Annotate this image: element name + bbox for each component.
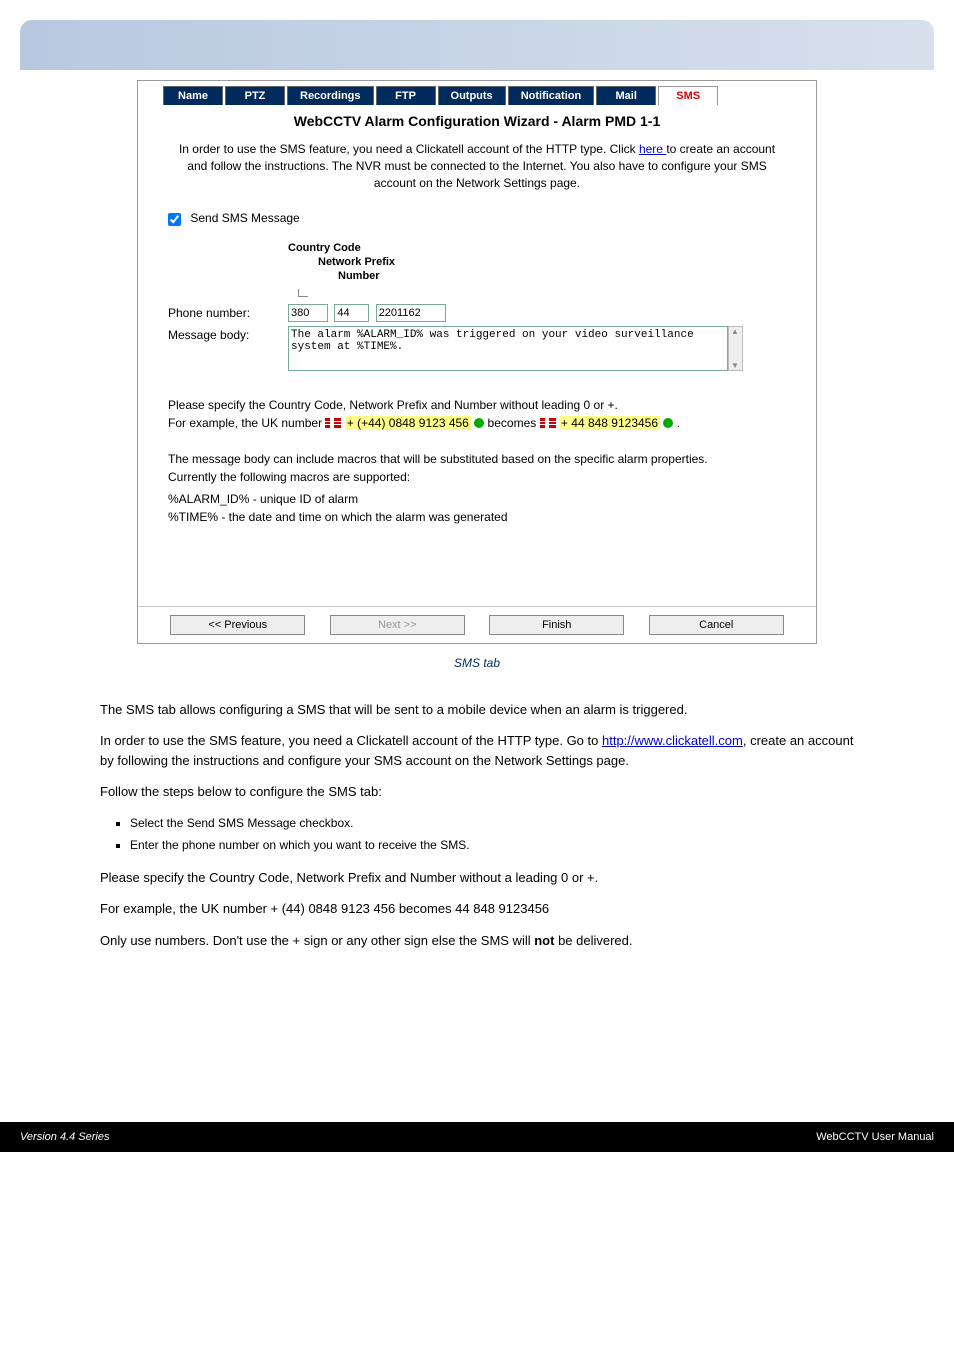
- body-p2: In order to use the SMS feature, you nee…: [100, 731, 854, 770]
- macro-time: %TIME% - the date and time on which the …: [168, 508, 786, 526]
- step-2: Enter the phone number on which you want…: [130, 836, 854, 854]
- page-footer: Version 4.4 Series WebCCTV User Manual: [0, 1122, 954, 1152]
- message-body-input[interactable]: The alarm %ALARM_ID% was triggered on yo…: [288, 326, 728, 371]
- message-body-label: Message body:: [168, 326, 288, 342]
- macro-alarm-id: %ALARM_ID% - unique ID of alarm: [168, 490, 786, 508]
- send-sms-checkbox[interactable]: [168, 213, 181, 226]
- wizard-title: WebCCTV Alarm Configuration Wizard - Ala…: [138, 105, 816, 141]
- example-number-1: + (+44) 0848 9123 456: [345, 416, 471, 430]
- body-p1: The SMS tab allows configuring a SMS tha…: [100, 700, 854, 720]
- help-line2b: becomes: [488, 416, 540, 430]
- phone-inputs: [288, 304, 449, 322]
- uk-flag-icon: [325, 418, 341, 428]
- field-header-labels: Country Code Network Prefix Number: [288, 241, 786, 284]
- steps-list: Select the Send SMS Message checkbox. En…: [130, 814, 854, 854]
- help-line1: Please specify the Country Code, Network…: [168, 396, 786, 414]
- green-dot-icon-2: [663, 418, 673, 428]
- finish-button[interactable]: Finish: [489, 615, 624, 635]
- previous-button[interactable]: << Previous: [170, 615, 305, 635]
- green-dot-icon: [474, 418, 484, 428]
- number-input[interactable]: [376, 304, 446, 322]
- figure-caption: SMS tab: [40, 656, 914, 670]
- body-p2a: In order to use the SMS feature, you nee…: [100, 733, 602, 748]
- note-2: For example, the UK number + (44) 0848 9…: [100, 899, 854, 919]
- sms-instructions: In order to use the SMS feature, you nee…: [138, 141, 816, 206]
- page-header: [20, 20, 934, 70]
- help-block: Please specify the Country Code, Network…: [168, 396, 786, 526]
- content-area: Name PTZ Recordings FTP Outputs Notifica…: [0, 70, 954, 1002]
- tab-recordings[interactable]: Recordings: [287, 86, 374, 105]
- help-line3: The message body can include macros that…: [168, 450, 786, 468]
- note-3: Only use numbers. Don't use the + sign o…: [100, 931, 854, 951]
- config-wizard-screenshot: Name PTZ Recordings FTP Outputs Notifica…: [137, 80, 817, 644]
- next-button: Next >>: [330, 615, 465, 635]
- country-code-input[interactable]: [288, 304, 328, 322]
- tab-sms[interactable]: SMS: [658, 86, 718, 105]
- form-area: Send SMS Message Country Code Network Pr…: [138, 211, 816, 525]
- clickatell-url[interactable]: http://www.clickatell.com: [602, 733, 743, 748]
- note3c: be delivered.: [554, 933, 632, 948]
- phone-number-row: Phone number:: [168, 304, 786, 322]
- macro-list: %ALARM_ID% - unique ID of alarm %TIME% -…: [168, 490, 786, 526]
- send-sms-label: Send SMS Message: [190, 211, 299, 225]
- number-label: Number: [338, 269, 786, 283]
- tab-outputs[interactable]: Outputs: [438, 86, 506, 105]
- clickatell-link[interactable]: here: [639, 142, 666, 156]
- example-number-2: + 44 848 9123456: [559, 416, 660, 430]
- help-line4: Currently the following macros are suppo…: [168, 468, 786, 486]
- button-bar: << Previous Next >> Finish Cancel: [138, 606, 816, 643]
- send-sms-row: Send SMS Message: [168, 211, 786, 225]
- note3a: Only use numbers. Don't use the + sign o…: [100, 933, 534, 948]
- cancel-button[interactable]: Cancel: [649, 615, 784, 635]
- tab-mail[interactable]: Mail: [596, 86, 656, 105]
- footer-title: WebCCTV User Manual: [816, 1131, 934, 1143]
- note3b: not: [534, 933, 554, 948]
- tab-name[interactable]: Name: [163, 86, 223, 105]
- tab-notification[interactable]: Notification: [508, 86, 595, 105]
- bracket-icon: [298, 289, 308, 297]
- body-text: The SMS tab allows configuring a SMS tha…: [100, 700, 854, 951]
- help-line2a: For example, the UK number: [168, 416, 325, 430]
- tab-ftp[interactable]: FTP: [376, 86, 436, 105]
- country-code-label: Country Code: [288, 241, 786, 255]
- notes-block: Please specify the Country Code, Network…: [100, 868, 854, 951]
- message-body-row: Message body: The alarm %ALARM_ID% was t…: [168, 326, 786, 371]
- uk-flag-icon-2: [540, 418, 556, 428]
- step-1: Select the Send SMS Message checkbox.: [130, 814, 854, 832]
- scrollbar-icon[interactable]: [728, 326, 743, 371]
- network-prefix-label: Network Prefix: [318, 255, 786, 269]
- footer-version: Version 4.4 Series: [20, 1131, 109, 1143]
- body-p3: Follow the steps below to configure the …: [100, 782, 854, 802]
- help-line2: For example, the UK number + (+44) 0848 …: [168, 414, 786, 432]
- instr-part1: In order to use the SMS feature, you nee…: [179, 142, 639, 156]
- network-prefix-input[interactable]: [334, 304, 369, 322]
- note-1: Please specify the Country Code, Network…: [100, 868, 854, 888]
- phone-number-label: Phone number:: [168, 304, 288, 320]
- tab-row: Name PTZ Recordings FTP Outputs Notifica…: [138, 81, 816, 105]
- tab-ptz[interactable]: PTZ: [225, 86, 285, 105]
